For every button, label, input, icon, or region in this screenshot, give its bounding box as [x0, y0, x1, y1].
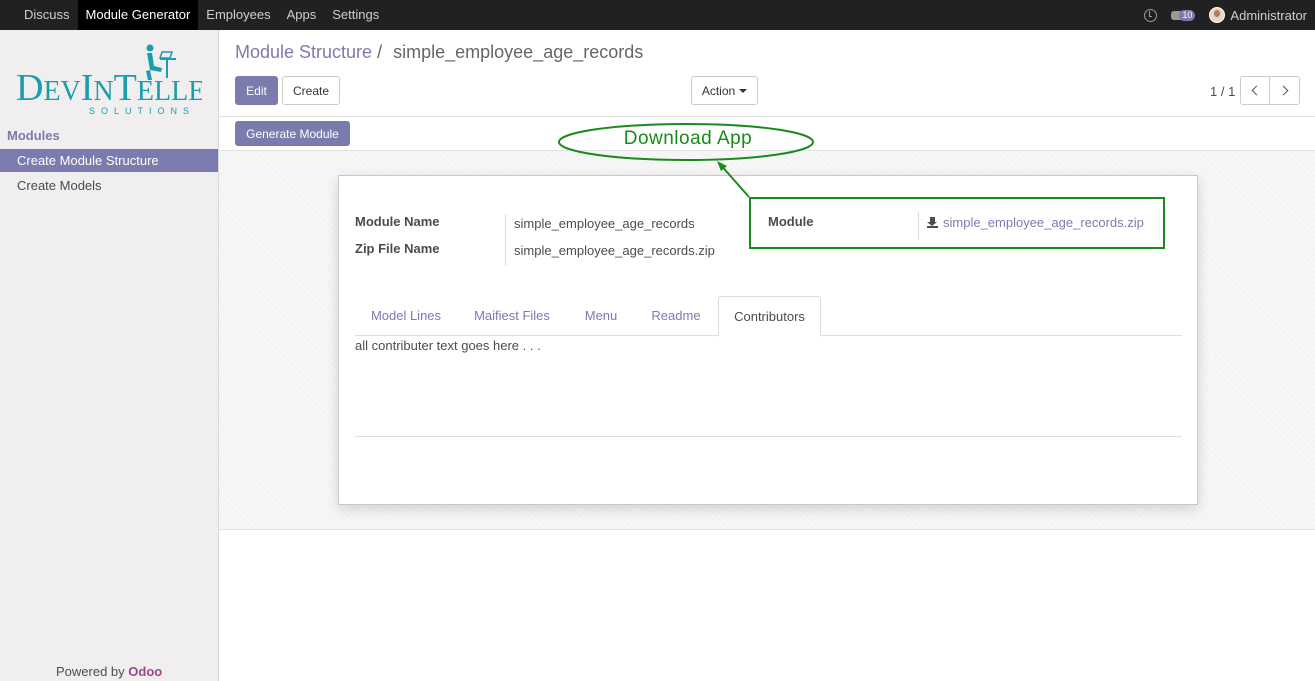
tab-model-lines[interactable]: Model Lines [355, 296, 457, 336]
messaging-button[interactable]: 10 [1171, 9, 1196, 21]
pager-value[interactable]: 1 / 1 [1210, 84, 1235, 99]
menu-settings[interactable]: Settings [324, 0, 387, 30]
message-count-badge: 10 [1179, 9, 1196, 21]
menu-employees[interactable]: Employees [198, 0, 278, 30]
odoo-link[interactable]: Odoo [128, 664, 162, 679]
edit-button[interactable]: Edit [235, 76, 278, 105]
powered-by-label: Powered by [56, 664, 125, 679]
pager-next-button[interactable] [1269, 76, 1300, 105]
logo-wordmark: DEVINTELLE [16, 67, 202, 109]
tab-readme[interactable]: Readme [635, 296, 717, 336]
logo-figure-icon [146, 44, 176, 80]
powered-by: Powered by Odoo [56, 664, 162, 679]
menu-apps[interactable]: Apps [279, 0, 325, 30]
create-button[interactable]: Create [282, 76, 340, 105]
module-name-label: Module Name [355, 214, 440, 229]
action-label: Action [701, 83, 736, 98]
sidebar-item-create-models[interactable]: Create Models [0, 174, 218, 197]
notebook-tabs: Model Lines Maifiest Files Menu Readme C… [355, 296, 1182, 337]
field-separator [505, 214, 506, 266]
generate-module-button[interactable]: Generate Module [235, 121, 350, 146]
breadcrumb-parent[interactable]: Module Structure [235, 42, 372, 62]
pager-previous-button[interactable] [1240, 76, 1270, 105]
tab-maifiest-files[interactable]: Maifiest Files [457, 296, 567, 336]
module-name-value: simple_employee_age_records [514, 216, 695, 231]
avatar [1209, 7, 1226, 23]
action-dropdown[interactable]: Action [691, 76, 758, 105]
zip-file-name-value: simple_employee_age_records.zip [514, 243, 715, 258]
breadcrumb-separator: / [377, 42, 383, 62]
user-menu[interactable]: Administrator [1209, 7, 1307, 23]
sidebar-section-modules: Modules [7, 128, 60, 143]
zip-file-name-label: Zip File Name [355, 241, 440, 256]
chevron-left-icon [1251, 85, 1262, 96]
tab-contributors[interactable]: Contributors [718, 296, 821, 337]
logo-tagline: SOLUTIONS [89, 106, 195, 116]
sidebar: DEVINTELLE SOLUTIONS Modules Create Modu… [0, 30, 219, 681]
breadcrumb: Module Structure / simple_employee_age_r… [235, 42, 643, 63]
download-app-callout-text: Download App [623, 128, 753, 149]
user-name: Administrator [1230, 7, 1307, 23]
menu-module-generator[interactable]: Module Generator [77, 0, 199, 30]
tab-menu[interactable]: Menu [567, 296, 635, 336]
breadcrumb-current: simple_employee_age_records [393, 42, 644, 62]
menu-discuss[interactable]: Discuss [16, 0, 78, 30]
app-menu: Discuss Module Generator Employees Apps … [0, 0, 387, 30]
top-navbar: Discuss Module Generator Employees Apps … [0, 0, 1315, 30]
tab-content-divider [355, 436, 1182, 437]
chevron-right-icon [1278, 85, 1288, 96]
systray: 10 Administrator [1144, 0, 1307, 30]
devintelle-logo: DEVINTELLE SOLUTIONS [16, 44, 202, 116]
caret-down-icon [739, 88, 748, 93]
contributors-text: all contributer text goes here . . . [355, 338, 541, 353]
activity-clock-icon[interactable] [1144, 8, 1158, 22]
sidebar-item-create-module-structure[interactable]: Create Module Structure [0, 149, 218, 172]
download-highlight-box [749, 197, 1165, 249]
